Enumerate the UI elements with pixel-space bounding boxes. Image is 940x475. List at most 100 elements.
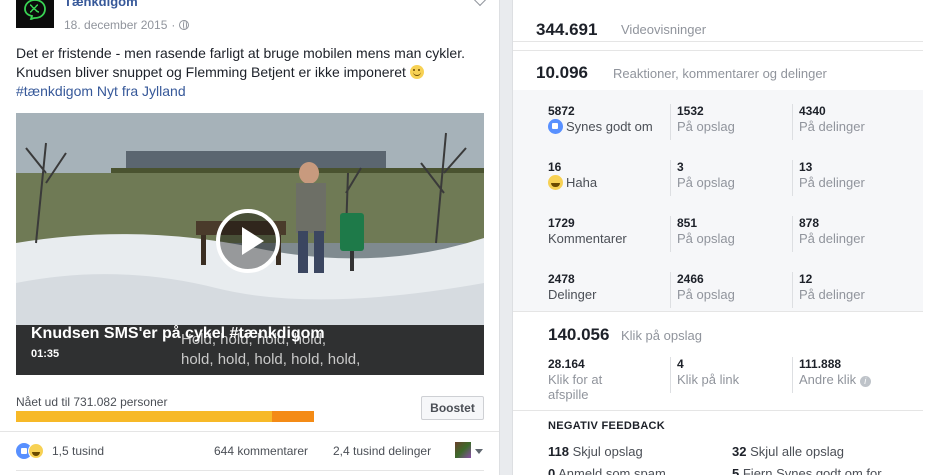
reach-progress-bar xyxy=(16,411,314,422)
other-clicks-cell: 111.888 Andre klik i xyxy=(799,357,917,405)
video-duration: 01:35 xyxy=(31,348,60,360)
video-views-value: 344.691 xyxy=(536,20,598,39)
post-date[interactable]: 18. december 2015 xyxy=(64,18,167,32)
brain-icon xyxy=(24,0,46,20)
cell-label: På delinger xyxy=(799,175,865,190)
column-divider xyxy=(792,357,793,393)
video-title[interactable]: Knudsen SMS'er på cykel #tænkdigom xyxy=(31,325,325,343)
cell-value: 1532 xyxy=(677,104,704,118)
page-avatar[interactable] xyxy=(16,0,54,28)
shares-on-shares-cell: 12 På delinger xyxy=(799,272,917,320)
smile-emoji-icon xyxy=(409,65,424,79)
info-icon[interactable]: i xyxy=(859,376,871,387)
post-text-line2: Knudsen bliver snuppet og Flemming Betje… xyxy=(16,64,406,80)
cell-label-text: Andre klik xyxy=(799,372,857,387)
engagement-value: 10.096 xyxy=(536,63,588,82)
likes-on-post-cell: 1532 På opslag xyxy=(677,104,795,152)
column-divider xyxy=(792,272,793,308)
cell-label: På opslag xyxy=(677,175,735,190)
cell-value: 2466 xyxy=(677,272,704,286)
reaction-icons[interactable] xyxy=(16,443,50,459)
cell-value: 2478 xyxy=(548,272,575,286)
cell-label: Haha xyxy=(548,175,666,190)
post-insights-panel: 344.691 Videovisninger 10.096 Reaktioner… xyxy=(512,0,940,475)
video-views-label: Videovisninger xyxy=(621,22,707,37)
cell-value: 878 xyxy=(799,216,820,230)
cell-value: 851 xyxy=(677,216,698,230)
reach-label[interactable]: Nået ud til 731.082 personer xyxy=(16,395,167,409)
like-icon xyxy=(548,119,563,134)
play-clicks-cell: 28.164 Klik for at afspille xyxy=(548,357,666,405)
cell-label: Kommentarer xyxy=(548,231,627,246)
post-clicks-label: Klik på opslag xyxy=(621,328,702,343)
haha-total-cell: 16 Haha xyxy=(548,160,666,208)
post-hashtags-link[interactable]: #tænkdigom Nyt fra Jylland xyxy=(16,83,186,99)
cell-label: På delinger xyxy=(799,231,865,246)
engagement-breakdown-grid: 5872 Synes godt om 1532 På opslag 4340 P… xyxy=(513,90,923,312)
haha-on-shares-cell: 13 På delinger xyxy=(799,160,917,208)
reactions-count[interactable]: 1,5 tusind xyxy=(52,444,104,458)
cell-value: 12 xyxy=(799,272,813,286)
column-divider xyxy=(670,216,671,252)
post-card: Tænkdigom 18. december 2015 · Det er fri… xyxy=(0,0,500,475)
cell-label: Synes godt om xyxy=(548,119,666,134)
globe-icon xyxy=(179,20,190,30)
haha-icon xyxy=(28,443,44,459)
engagement-row: 10.096 Reaktioner, kommentarer og deling… xyxy=(513,50,923,92)
negative-feedback-heading: NEGATIV FEEDBACK xyxy=(548,420,666,432)
viewer-avatar[interactable] xyxy=(455,442,471,458)
unlike-page-stat: 5 Fjern Synes godt om for xyxy=(732,466,882,475)
divider xyxy=(513,410,923,411)
comments-count-link[interactable]: 644 kommentarer xyxy=(214,444,308,458)
cell-value: 16 xyxy=(548,160,562,174)
play-button[interactable] xyxy=(216,209,280,273)
meta-separator: · xyxy=(171,18,176,32)
post-text: Det er fristende - men rasende farligt a… xyxy=(16,44,486,101)
video-player[interactable]: Hold, hold, hold, hold, hold, hold, hold… xyxy=(16,113,484,375)
cell-value: 4340 xyxy=(799,104,826,118)
stat-label: Fjern Synes godt om for xyxy=(742,466,882,475)
reach-paid-fill xyxy=(272,411,314,422)
likes-on-shares-cell: 4340 På delinger xyxy=(799,104,917,152)
cell-value: 3 xyxy=(677,160,684,174)
cell-label: Andre klik i xyxy=(799,372,917,387)
video-views-row: 344.691 Videovisninger xyxy=(513,0,923,42)
comments-on-post-cell: 851 På opslag xyxy=(677,216,795,264)
cell-value: 4 xyxy=(677,357,684,371)
comments-on-shares-cell: 878 På delinger xyxy=(799,216,917,264)
cell-label-line2: afspille xyxy=(548,387,589,402)
page-name-link[interactable]: Tænkdigom xyxy=(64,0,138,9)
cell-label: På opslag xyxy=(677,287,735,302)
column-divider xyxy=(792,104,793,140)
column-divider xyxy=(670,272,671,308)
divider xyxy=(16,470,484,471)
shares-total-cell: 2478 Delinger xyxy=(548,272,666,320)
stat-label: Skjul alle opslag xyxy=(750,444,845,459)
caret-down-icon[interactable] xyxy=(475,449,483,454)
column-divider xyxy=(792,160,793,196)
column-divider xyxy=(792,216,793,252)
stat-label: Skjul opslag xyxy=(572,444,643,459)
post-options-chevron-icon[interactable] xyxy=(472,0,488,7)
cell-value: 13 xyxy=(799,160,813,174)
report-spam-stat: 0 Anmeld som spam xyxy=(548,466,666,475)
hide-all-posts-stat: 32 Skjul alle opslag xyxy=(732,444,844,459)
cell-label: På opslag xyxy=(677,231,735,246)
click-breakdown: 28.164 Klik for at afspille 4 Klik på li… xyxy=(513,352,923,404)
haha-icon xyxy=(548,175,563,190)
likes-total-cell: 5872 Synes godt om xyxy=(548,104,666,152)
comments-total-cell: 1729 Kommentarer xyxy=(548,216,666,264)
shares-on-post-cell: 2466 På opslag xyxy=(677,272,795,320)
cell-value: 111.888 xyxy=(799,357,842,371)
stat-value: 5 xyxy=(732,466,740,475)
cell-value: 28.164 xyxy=(548,357,585,371)
cell-label: På opslag xyxy=(677,119,735,134)
cell-value: 1729 xyxy=(548,216,575,230)
post-text-line1: Det er fristende - men rasende farligt a… xyxy=(16,45,465,61)
boost-button[interactable]: Boostet xyxy=(421,396,484,420)
cell-label: Delinger xyxy=(548,287,597,302)
cell-label-text: Synes godt om xyxy=(566,119,653,134)
post-meta: 18. december 2015 · xyxy=(64,18,190,32)
shares-count-link[interactable]: 2,4 tusind delinger xyxy=(333,444,431,458)
cell-label: På delinger xyxy=(799,119,865,134)
